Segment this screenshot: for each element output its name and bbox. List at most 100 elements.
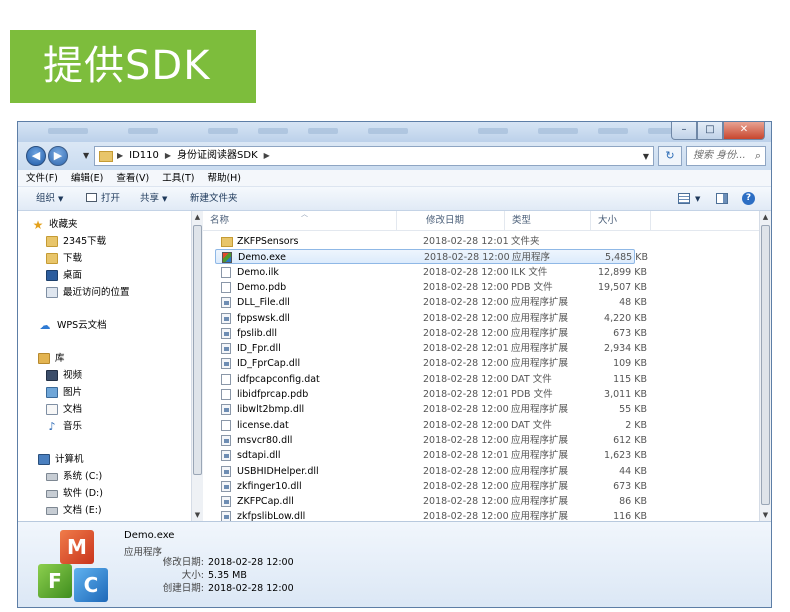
file-modified-date: 2018-02-28 12:01 [423,343,509,355]
menu-view[interactable]: 查看(V) [116,170,149,186]
help-icon[interactable]: ? [742,192,755,205]
column-header-type[interactable]: 类型 [505,211,591,231]
file-size: 2 KB [625,419,647,431]
file-row[interactable]: DLL_File.dll 2018-02-28 12:00 应用程序扩展 48 KB [215,295,647,310]
chevron-right-icon[interactable]: ▶ [165,147,171,165]
file-size: 1,623 KB [604,450,647,462]
chevron-right-icon[interactable]: ▶ [117,147,123,165]
nav-item-documents[interactable]: 文档 [46,401,82,418]
close-button[interactable]: ✕ [723,122,765,140]
nav-item-drive-e[interactable]: 文档 (E:) [46,502,102,519]
scroll-down-icon[interactable]: ▼ [761,511,770,519]
nav-scrollbar[interactable]: ▲ ▼ [191,211,203,521]
minimize-button[interactable]: – [671,122,697,140]
nav-label: 音乐 [63,421,83,432]
title-blur [208,128,238,134]
nav-item-drive-d[interactable]: 软件 (D:) [46,485,103,502]
menu-tools[interactable]: 工具(T) [162,170,194,186]
file-row[interactable]: Demo.pdb 2018-02-28 12:00 PDB 文件 19,507 KB [215,280,647,295]
column-header-size[interactable]: 大小 [591,211,651,231]
view-dropdown-icon[interactable]: ▼ [695,187,700,211]
file-list-scrollbar[interactable]: ▲ ▼ [759,211,771,521]
recent-pages-dropdown-icon[interactable]: ▼ [83,151,89,160]
scroll-up-icon[interactable]: ▲ [761,213,770,221]
file-row[interactable]: libwlt2bmp.dll 2018-02-28 12:00 应用程序扩展 55 K… [215,402,647,417]
nav-item-music[interactable]: ♪ 音乐 [46,418,82,435]
view-options-icon[interactable] [678,193,690,204]
menu-help[interactable]: 帮助(H) [207,170,241,186]
refresh-button[interactable]: ↻ [658,146,682,166]
address-field[interactable]: ▶ ID110 ▶ 身份证阅读器SDK ▶ ▼ [94,146,654,166]
title-blur [598,128,628,134]
search-icon[interactable]: ⌕ [755,147,761,165]
nav-libraries[interactable]: 库 [38,350,65,367]
nav-scrollbar-thumb[interactable] [193,225,202,475]
dll-file-icon [221,465,231,477]
file-row[interactable]: libidfprcap.pdb 2018-02-28 12:01 PDB 文件 3,0… [215,387,647,402]
file-size: 5,485 KB [605,252,648,264]
scroll-up-icon[interactable]: ▲ [193,213,202,221]
drive-icon [46,506,58,515]
file-row[interactable]: zkfpslibLow.dll 2018-02-28 12:00 应用程序扩展 116… [215,509,647,521]
menu-file[interactable]: 文件(F) [26,170,58,186]
back-button[interactable]: ◀ [26,146,46,166]
chevron-right-icon[interactable]: ▶ [264,147,270,165]
nav-item-2345-downloads[interactable]: 2345下载 [46,233,106,250]
file-type: 应用程序扩展 [511,465,569,477]
column-header-name[interactable]: 名称 ︿ [203,211,397,231]
file-row[interactable]: fpslib.dll 2018-02-28 12:00 应用程序扩展 673 KB [215,326,647,341]
file-size: 115 KB [613,373,647,385]
file-row[interactable]: USBHIDHelper.dll 2018-02-28 12:00 应用程序扩展 44… [215,464,647,479]
organize-button[interactable]: 组织 ▼ [36,187,63,211]
file-row[interactable]: ID_FprCap.dll 2018-02-28 12:00 应用程序扩展 109 K… [215,356,647,371]
title-blur [478,128,508,134]
file-row[interactable]: msvcr80.dll 2018-02-28 12:00 应用程序扩展 612 KB [215,433,647,448]
file-row[interactable]: idfpcapconfig.dat 2018-02-28 12:00 DAT 文件 1… [215,372,647,387]
breadcrumb-segment[interactable]: ID110 [129,147,159,165]
file-type: 应用程序扩展 [511,496,569,508]
nav-computer[interactable]: 计算机 [38,451,84,468]
title-bar[interactable]: – □ ✕ [18,122,771,142]
file-icon [221,281,231,293]
address-dropdown-icon[interactable]: ▼ [643,148,649,166]
file-row[interactable]: Demo.exe 2018-02-28 12:00 应用程序 5,485 KB [215,249,648,265]
file-row[interactable]: license.dat 2018-02-28 12:00 DAT 文件 2 KB [215,418,647,433]
file-row[interactable]: zkfinger10.dll 2018-02-28 12:00 应用程序扩展 673 … [215,479,647,494]
file-row[interactable]: Demo.ilk 2018-02-28 12:00 ILK 文件 12,899 KB [215,265,647,280]
file-row[interactable]: fppswsk.dll 2018-02-28 12:00 应用程序扩展 4,220 K… [215,311,647,326]
nav-label: 视频 [63,370,83,381]
dll-file-icon [221,297,231,309]
file-row[interactable]: ZKFPCap.dll 2018-02-28 12:00 应用程序扩展 86 KB [215,494,647,509]
nav-item-recent-places[interactable]: 最近访问的位置 [46,284,130,301]
file-list-scrollbar-thumb[interactable] [761,225,770,505]
column-header-date[interactable]: 修改日期 [419,211,505,231]
file-modified-date: 2018-02-28 12:00 [423,358,509,370]
file-row[interactable]: sdtapi.dll 2018-02-28 12:01 应用程序扩展 1,623 KB [215,448,647,463]
nav-item-pictures[interactable]: 图片 [46,384,82,401]
file-row[interactable]: ID_Fpr.dll 2018-02-28 12:01 应用程序扩展 2,934 KB [215,341,647,356]
preview-pane-icon[interactable] [716,193,728,204]
file-row[interactable]: ZKFPSensors 2018-02-28 12:01 文件夹 [215,234,635,249]
nav-wps-cloud[interactable]: ☁ WPS云文档 [38,317,107,334]
nav-label: 文档 [63,404,83,415]
address-bar-area: ◀ ▶ ▼ ▶ ID110 ▶ 身份证阅读器SDK ▶ ▼ ↻ 搜索 身份...… [18,142,771,170]
forward-button[interactable]: ▶ [48,146,68,166]
menu-edit[interactable]: 编辑(E) [71,170,103,186]
drive-icon [46,472,58,481]
maximize-button[interactable]: □ [697,122,723,140]
share-button[interactable]: 共享 ▼ [140,187,167,211]
search-input[interactable]: 搜索 身份... ⌕ [686,146,766,166]
nav-item-desktop[interactable]: 桌面 [46,267,82,284]
nav-item-drive-c[interactable]: 系统 (C:) [46,468,102,485]
file-type: 应用程序扩展 [511,312,569,324]
file-name: license.dat [237,419,289,431]
new-folder-button[interactable]: 新建文件夹 [190,187,238,211]
nav-favorites[interactable]: ★ 收藏夹 [32,216,78,233]
breadcrumb-segment[interactable]: 身份证阅读器SDK [177,147,258,165]
nav-item-videos[interactable]: 视频 [46,367,82,384]
file-icon [221,389,231,400]
nav-item-downloads[interactable]: 下载 [46,250,82,267]
open-button[interactable]: 打开 [86,187,120,211]
scroll-down-icon[interactable]: ▼ [193,511,202,519]
file-name: fppswsk.dll [237,312,290,324]
